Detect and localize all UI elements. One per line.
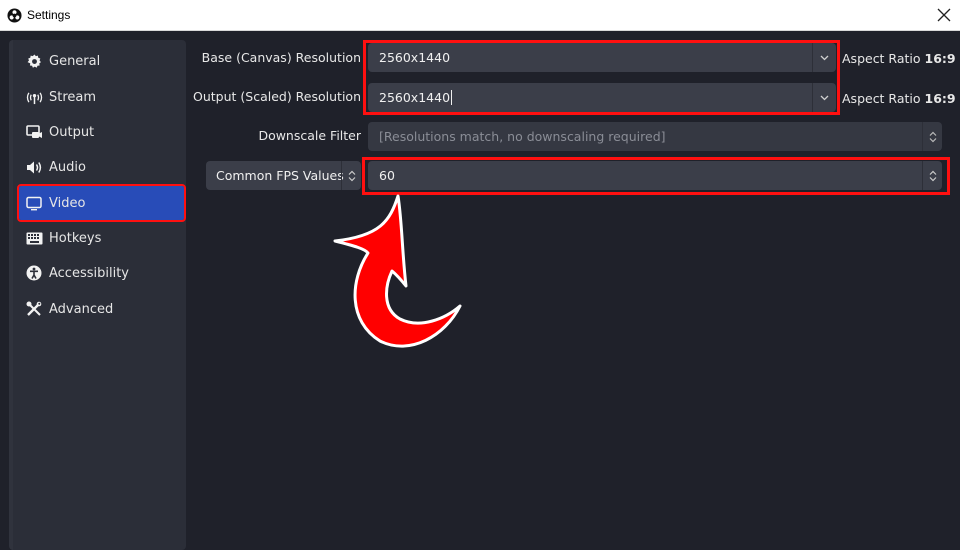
output-resolution-label: Output (Scaled) Resolution <box>193 89 361 104</box>
output-resolution-combobox[interactable]: 2560x1440 <box>368 83 836 112</box>
fps-value-select[interactable]: 60 <box>368 161 942 190</box>
downscale-filter-select[interactable]: [Resolutions match, no downscaling requi… <box>368 122 942 151</box>
sidebar-item-label: General <box>49 53 101 69</box>
sidebar-item-output[interactable]: Output <box>19 115 184 149</box>
tools-icon <box>25 300 43 318</box>
sidebar-item-label: Hotkeys <box>49 230 102 246</box>
chevron-down-icon[interactable] <box>812 43 836 72</box>
keyboard-icon <box>25 229 43 247</box>
output-resolution-value: 2560x1440 <box>379 90 451 105</box>
settings-content: General Stream Output Audio Video Hotkey… <box>0 31 960 550</box>
speaker-icon <box>25 158 43 176</box>
fps-value: 60 <box>379 168 395 183</box>
sidebar-item-label: Output <box>49 124 95 140</box>
title-bar: Settings <box>0 0 960 31</box>
sidebar-item-accessibility[interactable]: Accessibility <box>19 256 184 290</box>
sidebar-item-stream[interactable]: Stream <box>19 80 184 114</box>
sidebar-item-label: Accessibility <box>49 265 129 281</box>
downscale-filter-label: Downscale Filter <box>258 128 361 143</box>
sidebar-item-audio[interactable]: Audio <box>19 150 184 184</box>
sidebar-item-hotkeys[interactable]: Hotkeys <box>19 221 184 255</box>
accessibility-icon <box>25 264 43 282</box>
updown-icon[interactable] <box>922 161 942 190</box>
annotation-arrow-icon <box>333 194 462 348</box>
base-aspect-ratio: Aspect Ratio 16:9 <box>842 51 956 66</box>
sidebar-item-label: Audio <box>49 159 86 175</box>
fps-type-select[interactable]: Common FPS Values <box>206 161 361 190</box>
sidebar-item-general[interactable]: General <box>19 44 184 78</box>
base-resolution-value: 2560x1440 <box>379 50 451 65</box>
downscale-filter-value: [Resolutions match, no downscaling requi… <box>379 129 666 144</box>
updown-icon[interactable] <box>341 161 361 190</box>
sidebar-item-video[interactable]: Video <box>17 184 186 222</box>
sidebar-item-label: Advanced <box>49 301 114 317</box>
base-resolution-combobox[interactable]: 2560x1440 <box>368 43 836 72</box>
antenna-icon <box>25 88 43 106</box>
sidebar-item-label: Video <box>49 195 86 211</box>
output-aspect-ratio: Aspect Ratio 16:9 <box>842 91 956 106</box>
window-title: Settings <box>27 8 71 22</box>
output-icon <box>25 123 43 141</box>
base-resolution-label: Base (Canvas) Resolution <box>201 50 361 65</box>
sidebar-item-advanced[interactable]: Advanced <box>19 292 184 326</box>
text-cursor <box>451 90 453 105</box>
obs-logo-icon <box>7 8 22 23</box>
updown-icon[interactable] <box>922 122 942 151</box>
fps-type-value: Common FPS Values <box>216 168 344 183</box>
chevron-down-icon[interactable] <box>812 83 836 112</box>
settings-sidebar: General Stream Output Audio Video Hotkey… <box>9 40 186 550</box>
monitor-icon <box>25 194 43 212</box>
close-icon[interactable] <box>936 7 952 23</box>
sidebar-item-label: Stream <box>49 89 97 105</box>
gear-icon <box>25 52 43 70</box>
